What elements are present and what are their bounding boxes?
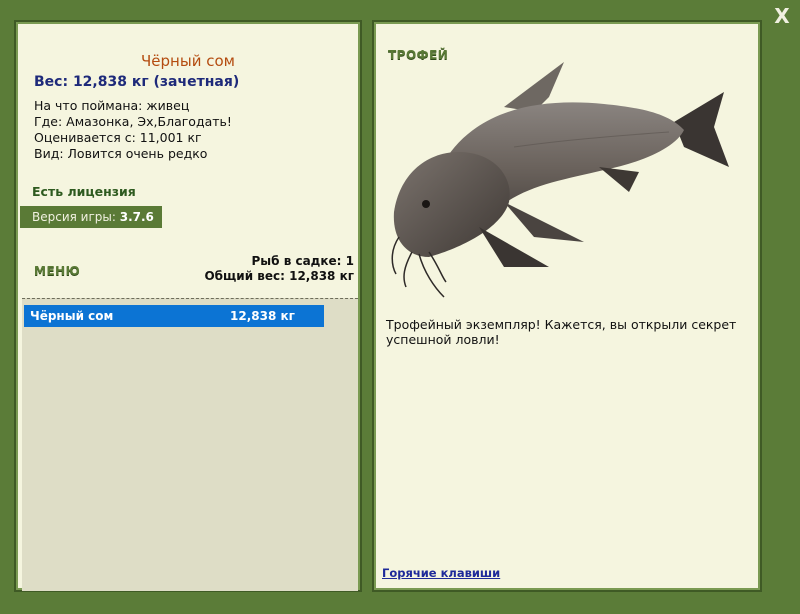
catch-weight: 12,838 кг xyxy=(230,309,295,323)
menu-button[interactable]: МЕНЮ xyxy=(34,264,80,278)
keepnet-summary: Рыб в садке: 1 Общий вес: 12,838 кг xyxy=(204,254,354,284)
list-item[interactable]: Чёрный сом 12,838 кг xyxy=(24,305,324,327)
version-bar: Версия игры: 3.7.6 xyxy=(20,206,162,228)
location-info: Где: Амазонка, Эх,Благодать! xyxy=(34,114,232,129)
barbel xyxy=(418,253,445,298)
version-value: 3.7.6 xyxy=(119,210,154,224)
trophy-panel: ТРОФЕЙ Трофейный экземпляр! Кажется, вы … xyxy=(372,20,762,592)
rarity-info: Вид: Ловится очень редко xyxy=(34,146,208,161)
fish-weight: Вес: 12,838 кг (зачетная) xyxy=(34,74,240,90)
catfish-image xyxy=(391,62,729,298)
keepnet-total: Общий вес: 12,838 кг xyxy=(204,269,354,283)
fish-name: Чёрный сом xyxy=(141,52,235,70)
fish-info-panel: Чёрный сом Вес: 12,838 кг (зачетная) На … xyxy=(14,20,362,592)
barbel xyxy=(428,251,447,283)
barbel xyxy=(391,236,400,275)
anal-fin xyxy=(599,167,639,192)
catch-name: Чёрный сом xyxy=(30,309,114,323)
eye-icon xyxy=(422,200,430,208)
license-status: Есть лицензия xyxy=(32,184,136,199)
trophy-description: Трофейный экземпляр! Кажется, вы открыли… xyxy=(386,317,737,347)
valued-info: Оценивается с: 11,001 кг xyxy=(34,130,202,145)
barbel xyxy=(403,251,413,288)
keepnet-count: Рыб в садке: 1 xyxy=(251,254,355,268)
window-frame: X Чёрный сом Вес: 12,838 кг (зачетная) Н… xyxy=(0,0,800,614)
hotkeys-link[interactable]: Горячие клавиши xyxy=(382,566,500,580)
close-icon[interactable]: X xyxy=(770,4,794,28)
pelvic-fin xyxy=(504,202,584,242)
catch-list: Чёрный сом 12,838 кг xyxy=(22,298,358,591)
version-label: Версия игры: xyxy=(32,210,116,224)
bait-info: На что поймана: живец xyxy=(34,98,190,113)
